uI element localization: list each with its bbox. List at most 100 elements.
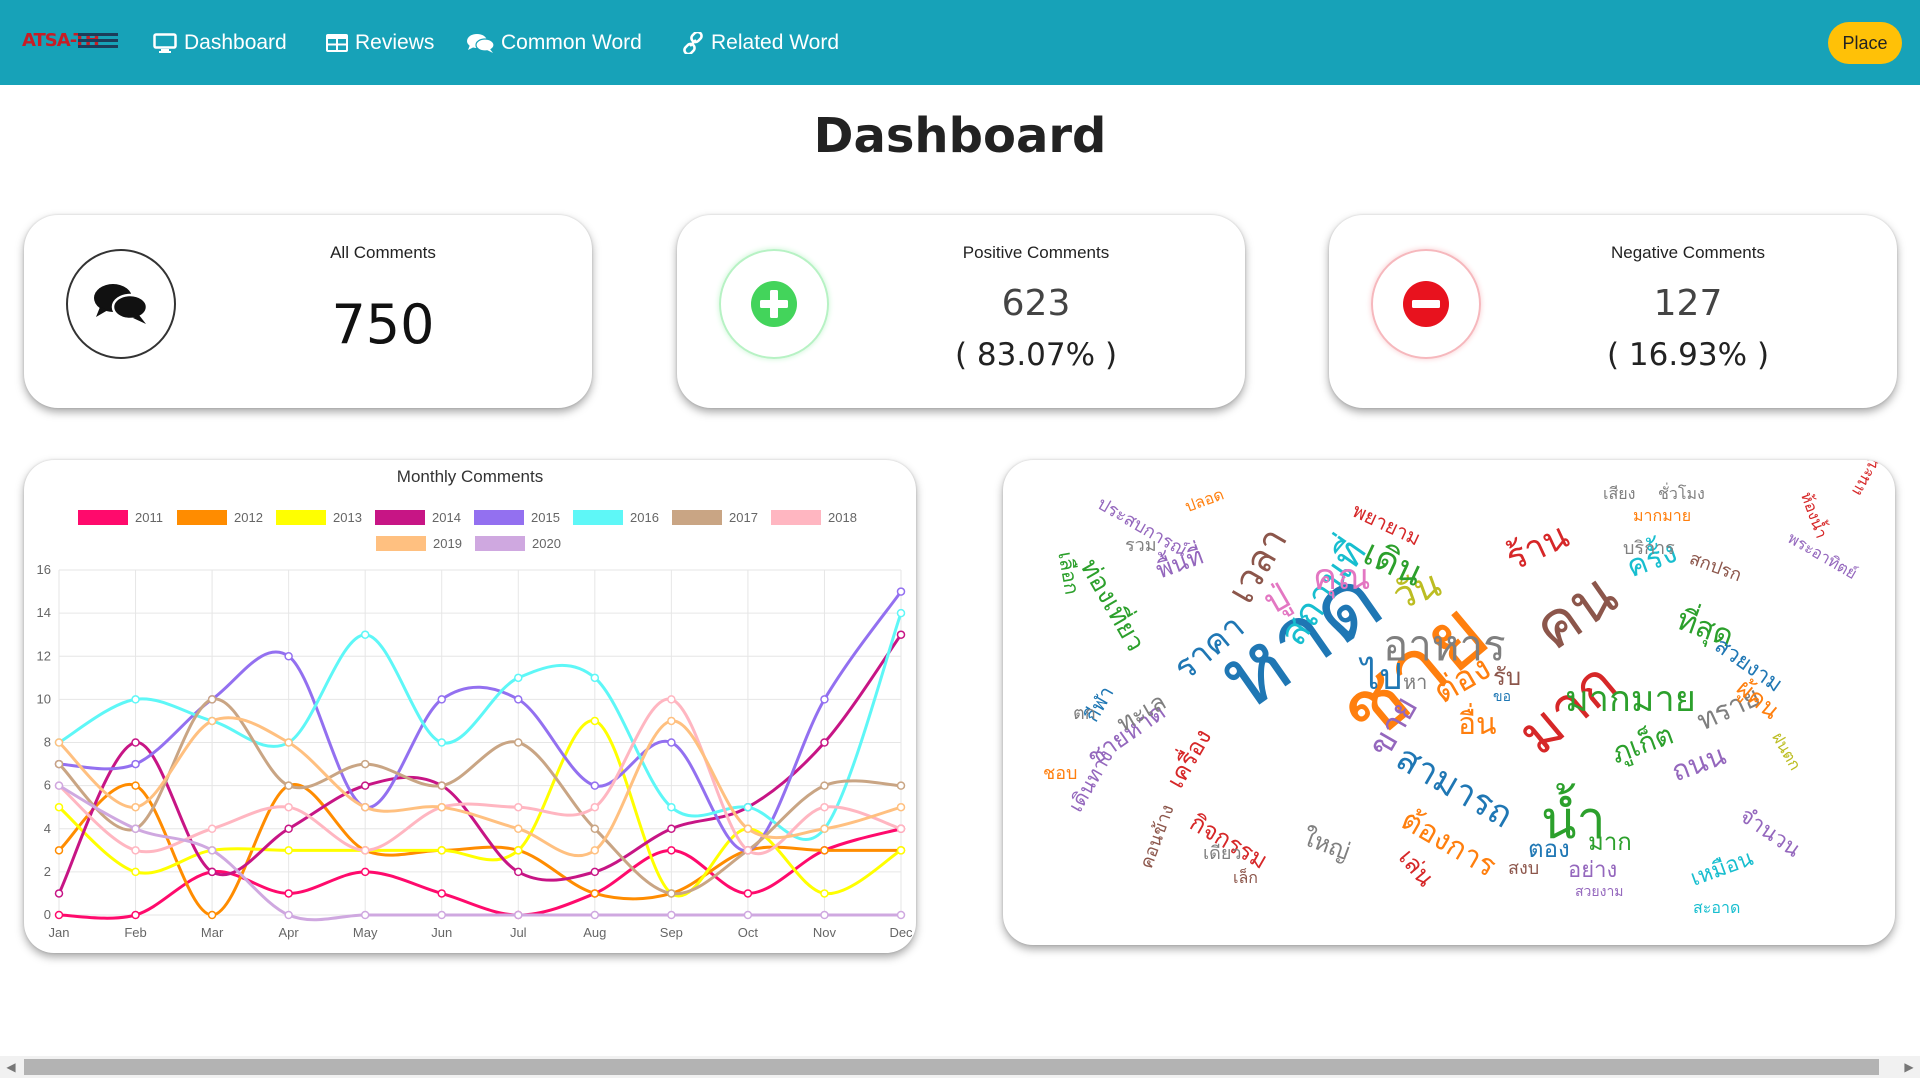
point-2013-Jul [514,846,523,855]
cloud-word: ฝนตก [1768,729,1805,774]
nav-dashboard[interactable]: Dashboard [153,28,287,58]
cloud-word: เดียว [1203,843,1242,864]
point-2014-Sep [667,824,676,833]
legend-label-2017: 2017 [729,510,758,525]
cloud-word: สงบ [1508,858,1540,879]
x-tick-May: May [353,925,378,940]
legend-swatch-2013 [276,510,326,525]
point-2019-Jan [54,738,64,747]
legend-label-2020: 2020 [532,536,561,551]
legend-label-2016: 2016 [630,510,659,525]
place-button[interactable]: Place [1828,22,1902,64]
cloud-word: สกปรก [1686,548,1745,587]
point-2020-Jul [514,910,523,920]
legend-swatch-2014 [375,510,425,525]
cloud-word: แนะนำ [1846,460,1888,499]
point-2019-Jul [514,824,523,833]
point-2011-May [360,867,370,877]
nav-related-word[interactable]: Related Word [682,28,839,58]
cloud-word: ภูเก็ต [1606,717,1678,771]
point-2012-Jan [54,846,64,855]
cloud-word: ปลอด [1182,484,1227,516]
series-line-2015 [58,590,903,852]
point-2016-May [360,630,370,639]
all-comments-value: 750 [331,293,435,356]
point-2020-Aug [590,910,600,920]
point-2020-Nov [820,910,829,920]
point-2018-Feb [131,846,140,855]
point-2016-Oct [743,802,753,812]
legend-swatch-2020 [475,536,525,551]
negative-comments-label: Negative Comments [1610,243,1765,262]
x-tick-Jul: Jul [510,925,527,940]
cloud-word: เลือก [1053,549,1085,597]
point-2019-Dec [896,802,906,812]
series-line-2011 [58,827,902,920]
monthly-comments-chart-panel: Monthly Comments 2011 2012 2013 2014 2015 2016… [24,460,916,953]
nav-common-word[interactable]: Common Word [467,28,642,58]
cloud-word: รวม [1125,535,1157,556]
negative-comments-pct: ( 16.93% ) [1606,337,1770,373]
cloud-word: อย่าง [1568,858,1618,883]
point-2014-May [360,781,370,790]
cloud-word: ไป [1361,657,1402,698]
point-2014-Aug [590,867,600,877]
point-2019-May [360,802,370,812]
minus-circle-icon-circle [1371,249,1481,359]
point-2019-Oct [743,824,753,833]
x-tick-Oct: Oct [738,925,759,940]
point-2013-Jan [54,802,64,812]
point-2020-May [360,910,370,920]
brand-logo[interactable]: ATSA-TH [22,30,118,54]
card-negative-comments: Negative Comments 127 ( 16.93% ) [1329,215,1897,408]
legend-swatch-2012 [177,510,227,525]
point-2020-Feb [131,824,140,833]
cloud-word: ตก [1073,703,1096,724]
x-tick-Mar: Mar [201,925,224,940]
point-2013-Apr [284,846,293,855]
point-2020-Oct [743,910,753,920]
point-2018-Apr [284,802,293,812]
nav-common-word-label: Common Word [501,31,642,54]
cloud-word: ร้าน [1499,515,1576,580]
y-tick-16: 16 [37,562,51,577]
cloud-word: เล็ก [1233,868,1258,887]
point-2013-Jun [437,846,446,855]
positive-comments-pct: ( 83.07% ) [954,337,1118,373]
point-2011-Feb [131,910,140,920]
point-2011-Oct [743,889,753,898]
x-tick-Nov: Nov [813,925,837,940]
cloud-word: เหมือน [1687,845,1757,892]
point-2013-Dec [896,846,906,855]
scroll-left-arrow-icon[interactable]: ◀ [0,1056,22,1078]
point-2014-Nov [820,738,829,747]
scrollbar-thumb[interactable] [24,1059,1879,1075]
x-tick-Feb: Feb [124,925,146,940]
all-comments-label: All Comments [330,243,436,262]
legend-swatch-2016 [573,510,623,525]
nav-reviews[interactable]: Reviews [326,28,434,58]
point-2018-Mar [207,824,217,833]
horizontal-scrollbar[interactable]: ◀ ▶ [0,1056,1920,1078]
x-tick-Aug: Aug [583,925,606,940]
point-2018-May [360,846,370,855]
point-2018-Jul [514,802,523,812]
positive-comments-label: Positive Comments [962,243,1110,262]
point-2018-Dec [896,824,906,833]
point-2012-Aug [590,889,600,898]
point-2020-Mar [207,846,217,855]
nav-related-word-label: Related Word [711,31,840,54]
point-2013-Nov [820,889,829,898]
legend-label-2018: 2018 [828,510,857,525]
negative-comments-value: 127 [1653,283,1723,324]
link-icon [683,32,703,54]
point-2017-Jun [437,781,446,790]
cloud-word: พระอาทิตย์ [1784,528,1861,584]
scroll-right-arrow-icon[interactable]: ▶ [1898,1056,1920,1078]
cloud-word: อื่น [1458,707,1497,742]
point-2018-Aug [590,802,600,812]
point-2014-Dec [896,630,906,639]
word-cloud-panel: หาด ชาย คน มาก น้ำ อาหาร มากมาย สถานที่ สามารถ ต้… [1003,460,1895,945]
legend-swatch-2011 [78,510,128,525]
cloud-word: มาก [1588,828,1632,856]
